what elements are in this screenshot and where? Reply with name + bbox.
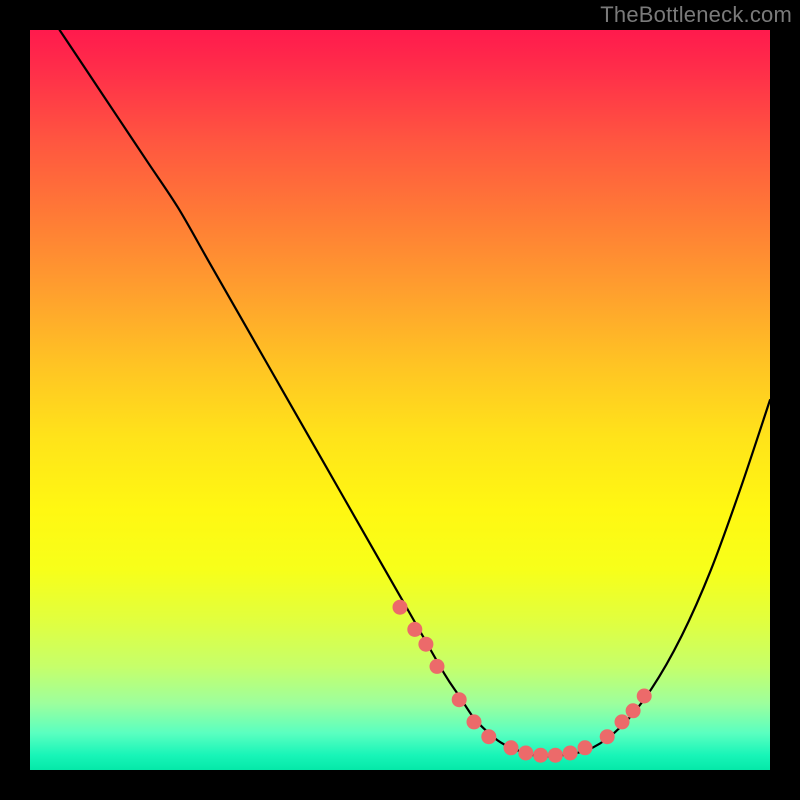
highlight-point <box>481 729 496 744</box>
highlight-point <box>626 703 641 718</box>
bottleneck-curve <box>60 30 770 756</box>
highlight-point <box>504 740 519 755</box>
plot-area <box>30 30 770 770</box>
chart-frame: TheBottleneck.com <box>0 0 800 800</box>
chart-svg <box>30 30 770 770</box>
highlight-point <box>430 659 445 674</box>
highlight-point <box>548 748 563 763</box>
highlight-point <box>578 740 593 755</box>
highlight-point <box>393 600 408 615</box>
highlight-point <box>600 729 615 744</box>
highlight-point <box>533 748 548 763</box>
highlight-point <box>418 637 433 652</box>
highlight-points <box>393 600 652 763</box>
highlight-point <box>407 622 422 637</box>
highlight-point <box>563 745 578 760</box>
highlight-point <box>518 745 533 760</box>
watermark-text: TheBottleneck.com <box>600 2 792 28</box>
highlight-point <box>452 692 467 707</box>
highlight-point <box>637 689 652 704</box>
highlight-point <box>467 714 482 729</box>
highlight-point <box>615 714 630 729</box>
